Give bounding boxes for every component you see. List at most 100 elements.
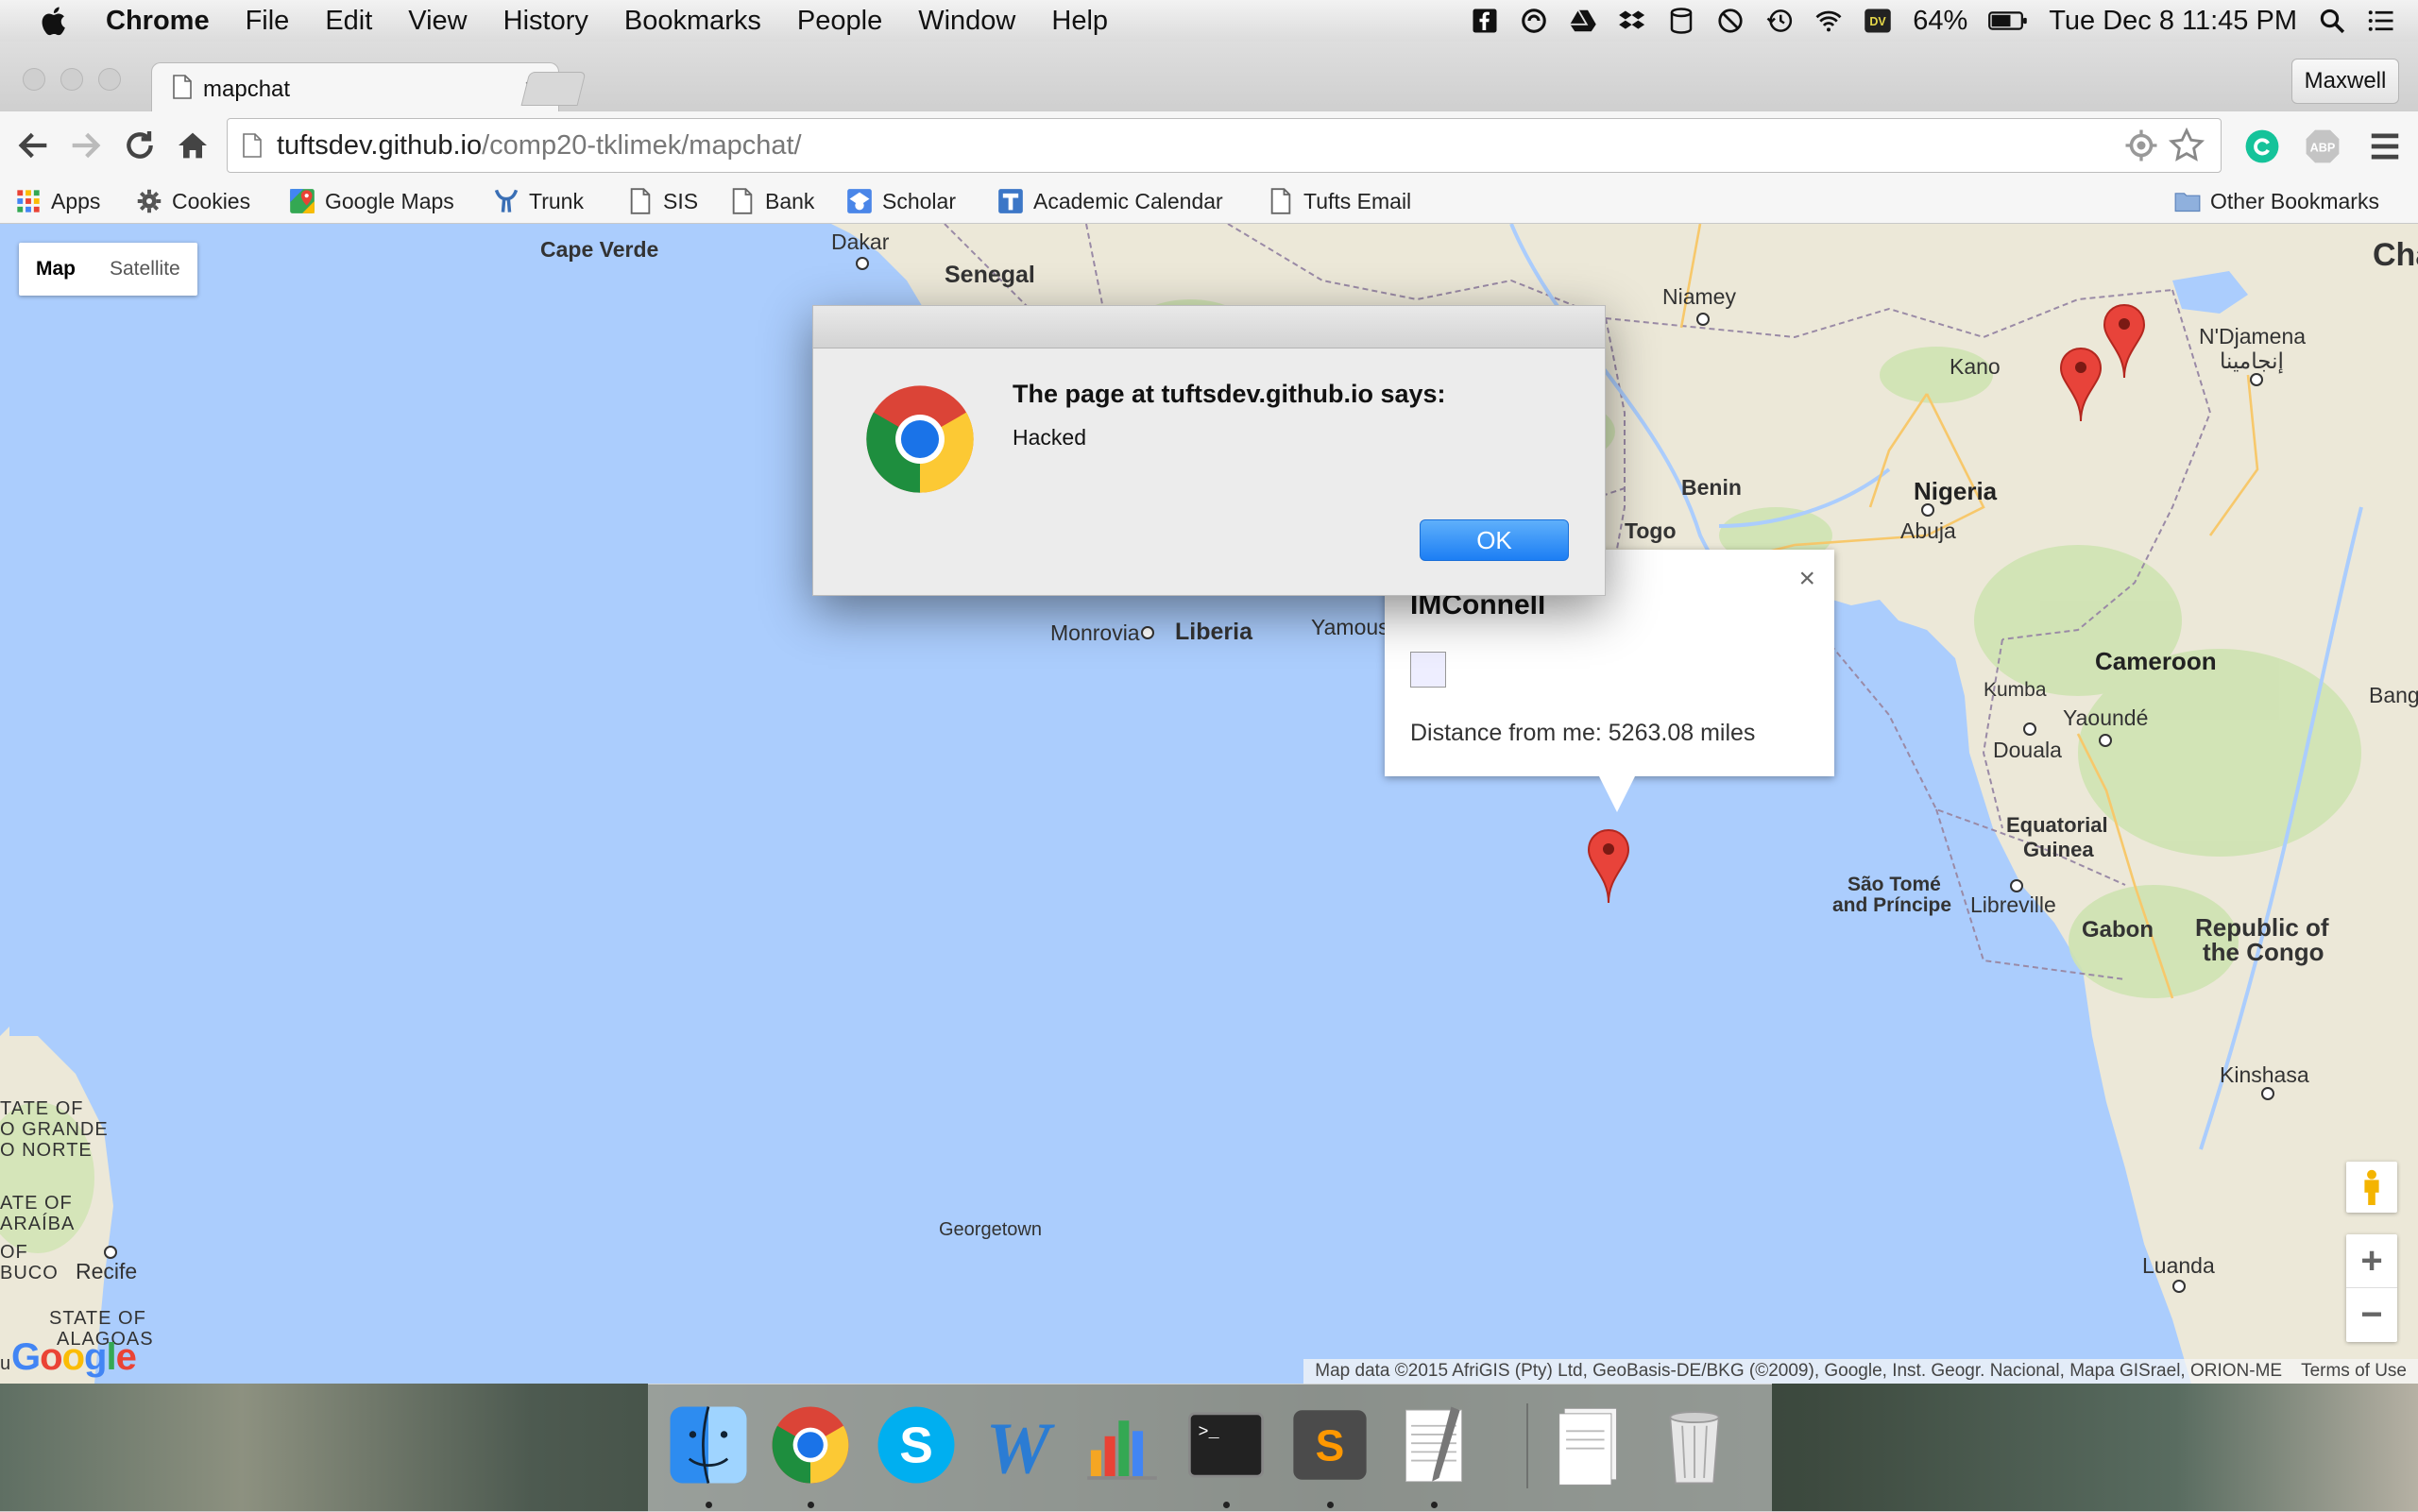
- label-kinshasa: Kinshasa: [2220, 1062, 2309, 1087]
- label-togo: Togo: [1625, 518, 1677, 543]
- map-marker[interactable]: [2103, 303, 2146, 379]
- home-icon[interactable]: [174, 127, 212, 164]
- textedit-icon[interactable]: [1390, 1402, 1477, 1488]
- city-dot: [856, 257, 869, 270]
- bookmark-bank[interactable]: Bank: [729, 185, 814, 217]
- zoom-out-button[interactable]: −: [2346, 1288, 2397, 1341]
- dock: S W >_ S: [648, 1384, 1772, 1512]
- menu-people[interactable]: People: [797, 6, 882, 37]
- time-machine-icon[interactable]: [1765, 7, 1794, 35]
- info-window-distance: Distance from me: 5263.08 miles: [1410, 720, 1756, 746]
- adblock-icon[interactable]: ABP: [2305, 128, 2341, 164]
- database-icon[interactable]: [1667, 7, 1695, 35]
- sync-icon[interactable]: [1520, 7, 1548, 35]
- bookmark-label: Apps: [51, 188, 101, 213]
- menu-app-name[interactable]: Chrome: [106, 6, 210, 37]
- circle-slash-icon[interactable]: [1716, 7, 1745, 35]
- map-type-satellite-button[interactable]: Satellite: [93, 243, 197, 296]
- url-text: tuftsdev.github.io/comp20-tklimek/mapcha…: [277, 130, 802, 161]
- city-dot: [1141, 626, 1154, 639]
- label-pb-3: OF: [0, 1242, 28, 1263]
- dialog-ok-button[interactable]: OK: [1420, 519, 1569, 561]
- menu-bookmarks[interactable]: Bookmarks: [624, 6, 761, 37]
- bookmark-tufts-email[interactable]: Tufts Email: [1268, 185, 1411, 217]
- back-icon[interactable]: [15, 127, 53, 164]
- broken-image-icon: [1410, 652, 1446, 688]
- word-icon[interactable]: W: [975, 1402, 1062, 1488]
- reload-icon[interactable]: [121, 127, 159, 164]
- street-view-pegman[interactable]: [2346, 1162, 2397, 1213]
- menu-view[interactable]: View: [408, 6, 467, 37]
- label-niamey: Niamey: [1662, 284, 1736, 309]
- sublime-icon[interactable]: S: [1286, 1402, 1373, 1488]
- new-tab-button[interactable]: [520, 72, 587, 106]
- bookmark-scholar[interactable]: Scholar: [846, 185, 956, 217]
- location-icon[interactable]: [2124, 128, 2158, 162]
- label-recife: Recife: [76, 1259, 138, 1283]
- trash-icon[interactable]: [1651, 1402, 1738, 1488]
- chrome-icon[interactable]: [767, 1402, 854, 1488]
- zoom-in-button[interactable]: +: [2346, 1234, 2397, 1288]
- wifi-icon[interactable]: [1814, 7, 1843, 35]
- info-window-close-icon[interactable]: ×: [1798, 563, 1815, 595]
- city-dot: [2099, 734, 2112, 747]
- bookmark-google-maps[interactable]: Google Maps: [289, 185, 454, 217]
- menu-window[interactable]: Window: [918, 6, 1015, 37]
- label-sao-tome-2: and Príncipe: [1832, 894, 1952, 916]
- bookmark-sis[interactable]: SIS: [627, 185, 698, 217]
- apple-icon[interactable]: [38, 4, 72, 38]
- finder-icon[interactable]: [665, 1402, 752, 1488]
- other-bookmarks[interactable]: Other Bookmarks: [2174, 185, 2379, 217]
- dv-icon[interactable]: DV: [1864, 7, 1892, 35]
- tab-mapchat[interactable]: mapchat ×: [151, 62, 559, 114]
- grammarly-icon[interactable]: [2244, 128, 2280, 164]
- drive-icon[interactable]: [1569, 7, 1597, 35]
- city-dot: [1696, 313, 1710, 326]
- spotlight-icon[interactable]: [2318, 7, 2346, 35]
- menu-file[interactable]: File: [246, 6, 290, 37]
- numbers-icon[interactable]: [1079, 1402, 1166, 1488]
- label-eq-guinea-2: Guinea: [2023, 838, 2094, 861]
- facebook-icon[interactable]: [1471, 7, 1499, 35]
- bookmark-cookies[interactable]: Cookies: [136, 185, 250, 217]
- documents-icon[interactable]: [1545, 1402, 1632, 1488]
- label-yaounde: Yaoundé: [2063, 705, 2149, 730]
- window-zoom-button[interactable]: [98, 68, 121, 91]
- google-logo[interactable]: Google: [11, 1336, 137, 1379]
- window-close-button[interactable]: [23, 68, 45, 91]
- map-marker[interactable]: [2059, 347, 2103, 422]
- map-marker[interactable]: [1587, 828, 1630, 904]
- label-al-1: STATE OF: [49, 1308, 146, 1329]
- forward-icon[interactable]: [66, 127, 104, 164]
- bookmark-trunk[interactable]: Trunk: [493, 185, 584, 217]
- bookmark-label: Cookies: [172, 188, 251, 213]
- window-minimize-button[interactable]: [60, 68, 83, 91]
- clock[interactable]: Tue Dec 8 11:45 PM: [2049, 6, 2297, 37]
- bookmark-label: SIS: [663, 188, 699, 213]
- profile-button[interactable]: Maxwell: [2291, 59, 2399, 104]
- battery-icon[interactable]: [1988, 7, 2028, 35]
- address-bar[interactable]: tuftsdev.github.io/comp20-tklimek/mapcha…: [227, 118, 2222, 173]
- svg-text:ABP: ABP: [2310, 142, 2336, 155]
- bookmark-label: Bank: [765, 188, 815, 213]
- chrome-menu-icon[interactable]: [2367, 128, 2403, 164]
- menu-help[interactable]: Help: [1051, 6, 1108, 37]
- bookmark-apps[interactable]: Apps: [15, 185, 100, 217]
- bookmark-academic-calendar[interactable]: Academic Calendar: [997, 185, 1223, 217]
- page-info-icon[interactable]: [243, 132, 262, 159]
- map-type-map-button[interactable]: Map: [19, 243, 93, 296]
- javascript-alert-dialog: The page at tuftsdev.github.io says: Hac…: [812, 305, 1606, 596]
- bookmark-star-icon[interactable]: [2168, 127, 2205, 164]
- dropbox-icon[interactable]: [1618, 7, 1646, 35]
- svg-text:S: S: [899, 1418, 933, 1473]
- terms-of-use-link[interactable]: Terms of Use: [2301, 1361, 2407, 1382]
- zoom-control: + −: [2346, 1234, 2397, 1342]
- label-yamous: Yamous: [1311, 615, 1389, 639]
- svg-text:DV: DV: [1870, 15, 1887, 28]
- terminal-icon[interactable]: >_: [1183, 1402, 1269, 1488]
- menu-history[interactable]: History: [503, 6, 588, 37]
- menu-edit[interactable]: Edit: [325, 6, 372, 37]
- skype-icon[interactable]: S: [873, 1402, 960, 1488]
- label-gabon: Gabon: [2082, 917, 2154, 943]
- notification-list-icon[interactable]: [2367, 7, 2395, 35]
